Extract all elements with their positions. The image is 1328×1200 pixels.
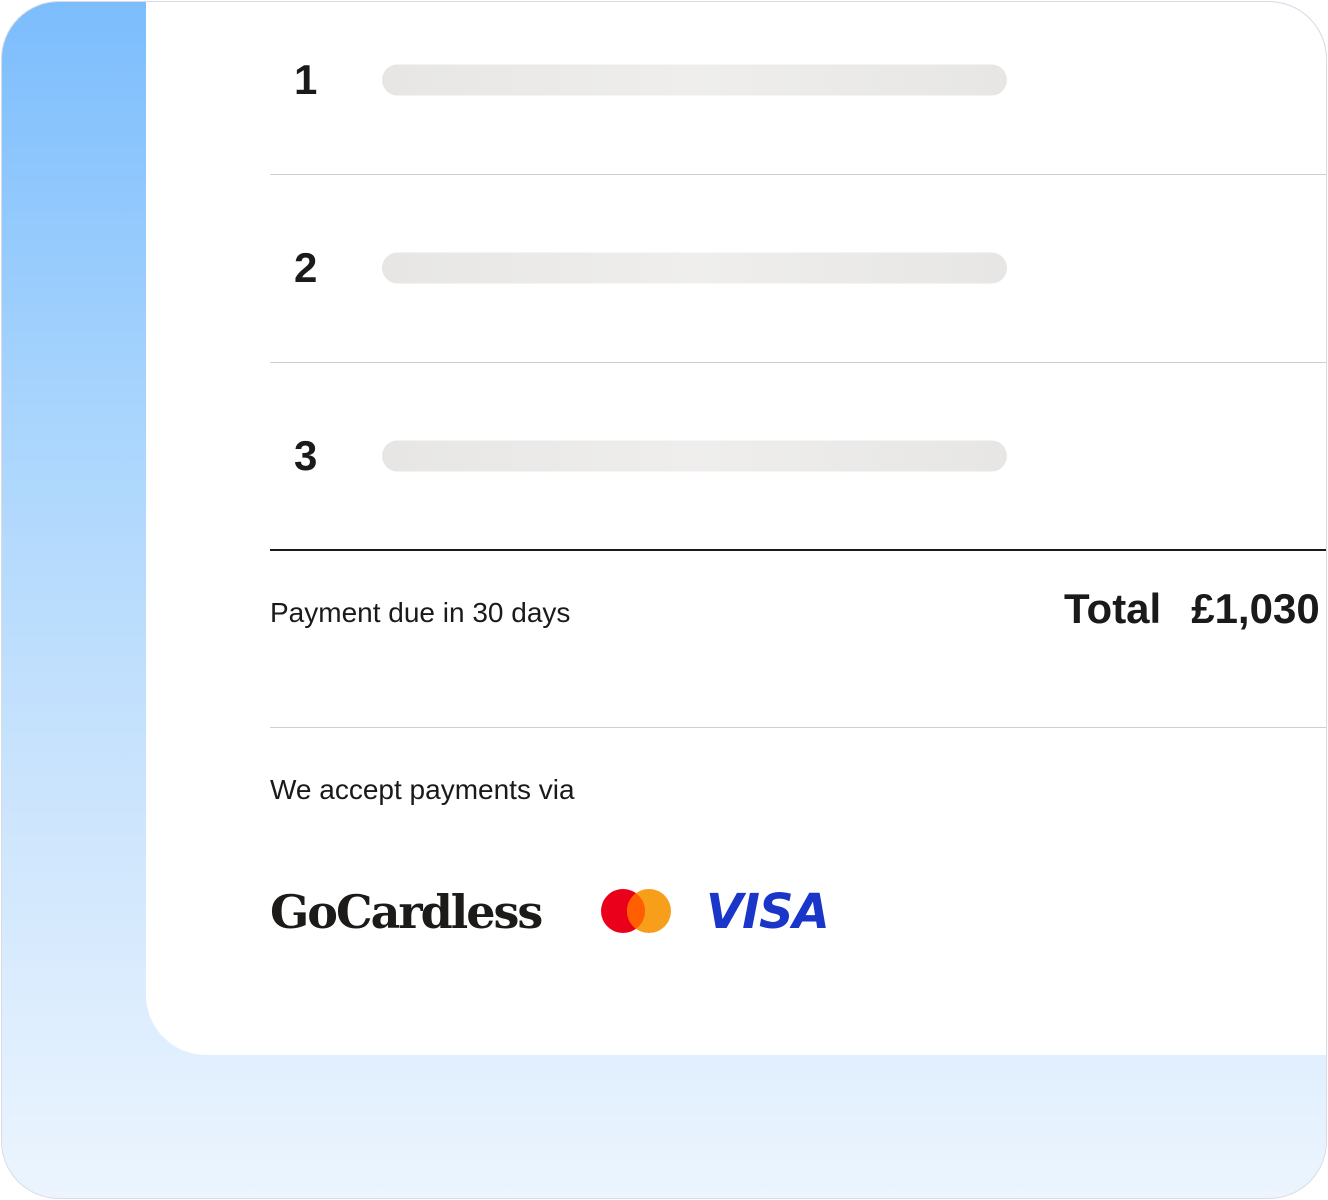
line-item-placeholder xyxy=(382,440,1007,471)
gocardless-logo: GoCardless xyxy=(270,885,543,939)
line-item-number: 1 xyxy=(294,56,318,103)
line-item-row: 1 xyxy=(270,2,1326,175)
total-amount: £1,030 xyxy=(1191,585,1320,632)
total-label: Total xyxy=(1064,585,1162,632)
invoice-card: 1 2 3 Payment due in 30 days Total £1,030… xyxy=(146,2,1326,1055)
line-item-row: 2 xyxy=(270,174,1326,363)
line-item-row: 3 xyxy=(270,362,1326,551)
invoice-total: Total £1,030 xyxy=(1064,585,1320,633)
accepted-payments-text: We accept payments via xyxy=(270,774,575,805)
payment-due-text: Payment due in 30 days xyxy=(270,597,571,628)
section-divider xyxy=(270,727,1326,728)
mastercard-icon xyxy=(601,889,671,933)
background-frame: 1 2 3 Payment due in 30 days Total £1,030… xyxy=(1,1,1327,1199)
line-item-placeholder xyxy=(382,252,1007,284)
line-item-placeholder xyxy=(382,64,1007,96)
line-item-number: 2 xyxy=(294,244,318,291)
visa-logo: VISA xyxy=(706,884,830,940)
line-item-number: 3 xyxy=(294,431,318,479)
